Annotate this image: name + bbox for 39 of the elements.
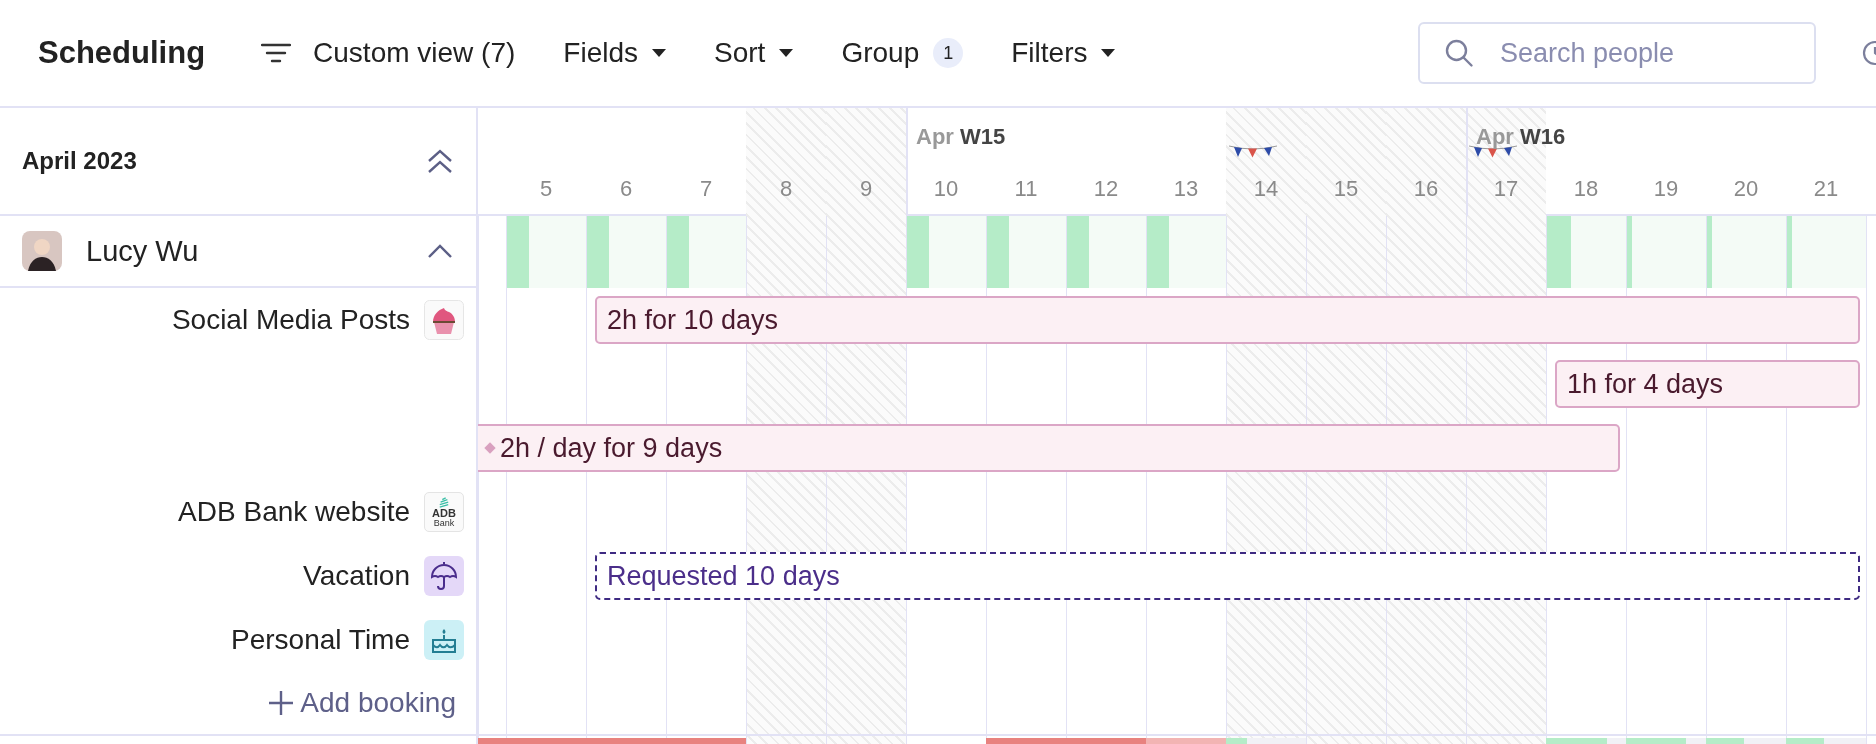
- search-field[interactable]: Search people: [1418, 22, 1816, 84]
- page-title: Scheduling: [38, 35, 206, 71]
- week-label: Apr W15: [916, 124, 1006, 150]
- day-label: 5: [539, 176, 553, 202]
- request-bar[interactable]: Requested 10 days: [595, 552, 1860, 600]
- day-label: 15: [1333, 176, 1359, 202]
- day-label: 12: [1093, 176, 1119, 202]
- add-booking-button[interactable]: Add booking: [268, 687, 456, 719]
- day-label: 13: [1173, 176, 1199, 202]
- day-label: 7: [699, 176, 713, 202]
- count-badge: 1: [933, 38, 964, 68]
- day-label: 6: [619, 176, 633, 202]
- dropdown-button[interactable]: Fields: [559, 29, 671, 77]
- booking-bar[interactable]: 2h for 10 days: [595, 296, 1860, 344]
- day-label: 21: [1813, 176, 1839, 202]
- group-button[interactable]: Group 1: [837, 29, 968, 77]
- day-label: 16: [1413, 176, 1439, 202]
- day-label: 9: [859, 176, 873, 202]
- project-name: Social Media Posts: [171, 304, 410, 336]
- project-name: Vacation: [303, 560, 410, 592]
- project-name: Personal Time: [231, 624, 410, 656]
- day-label: 20: [1733, 176, 1759, 202]
- day-label: 14: [1253, 176, 1279, 202]
- day-label: 18: [1573, 176, 1599, 202]
- dropdown-button[interactable]: Sort: [710, 29, 798, 77]
- day-label: 19: [1653, 176, 1679, 202]
- day-label: 11: [1014, 176, 1038, 202]
- custom-view-button[interactable]: Custom view (7): [257, 29, 520, 77]
- week-label: Apr W16: [1476, 124, 1566, 150]
- booking-bar[interactable]: 1h for 4 days: [1555, 360, 1860, 408]
- day-label: 8: [779, 176, 793, 202]
- day-label: 10: [933, 176, 959, 202]
- dropdown-button[interactable]: Filters: [1007, 29, 1120, 77]
- booking-bar[interactable]: 2h / day for 9 days: [478, 424, 1620, 472]
- project-name: ADB Bank website: [178, 496, 410, 528]
- person-name: Lucy Wu: [86, 234, 200, 268]
- bank-logo-icon: ADB Bank: [424, 492, 464, 532]
- day-label: 17: [1493, 176, 1519, 202]
- month-label: April 2023: [22, 147, 137, 175]
